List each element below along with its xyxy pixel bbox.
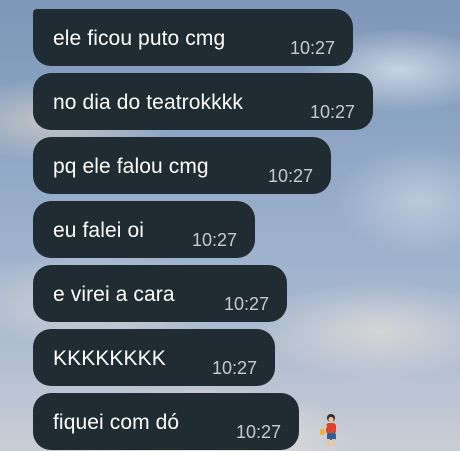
message-bubble[interactable]: ele ficou puto cmg 10:27 xyxy=(33,9,353,66)
message-time: 10:27 xyxy=(191,230,237,250)
message-time: 10:27 xyxy=(211,358,257,378)
child-figure-icon xyxy=(320,414,336,446)
message-bubble[interactable]: e virei a cara 10:27 xyxy=(33,265,287,322)
message-text: e virei a cara xyxy=(53,283,175,306)
message-text: fiquei com dó xyxy=(53,411,180,434)
message-bubble[interactable]: pq ele falou cmg 10:27 xyxy=(33,137,331,194)
message-bubble[interactable]: eu falei oi 10:27 xyxy=(33,201,255,258)
message-time: 10:27 xyxy=(309,102,355,122)
message-text: no dia do teatrokkkk xyxy=(53,91,243,114)
message-time: 10:27 xyxy=(223,294,269,314)
message-bubble[interactable]: no dia do teatrokkkk 10:27 xyxy=(33,73,373,130)
message-text: ele ficou puto cmg xyxy=(53,27,226,50)
message-bubble[interactable]: fiquei com dó 10:27 xyxy=(33,393,299,450)
message-bubble[interactable]: KKKKKKKK 10:27 xyxy=(33,329,275,386)
message-time: 10:27 xyxy=(235,422,281,442)
message-text: KKKKKKKK xyxy=(53,347,166,370)
message-time: 10:27 xyxy=(267,166,313,186)
message-text: pq ele falou cmg xyxy=(53,155,209,178)
message-time: 10:27 xyxy=(289,38,335,58)
message-text: eu falei oi xyxy=(53,219,144,242)
